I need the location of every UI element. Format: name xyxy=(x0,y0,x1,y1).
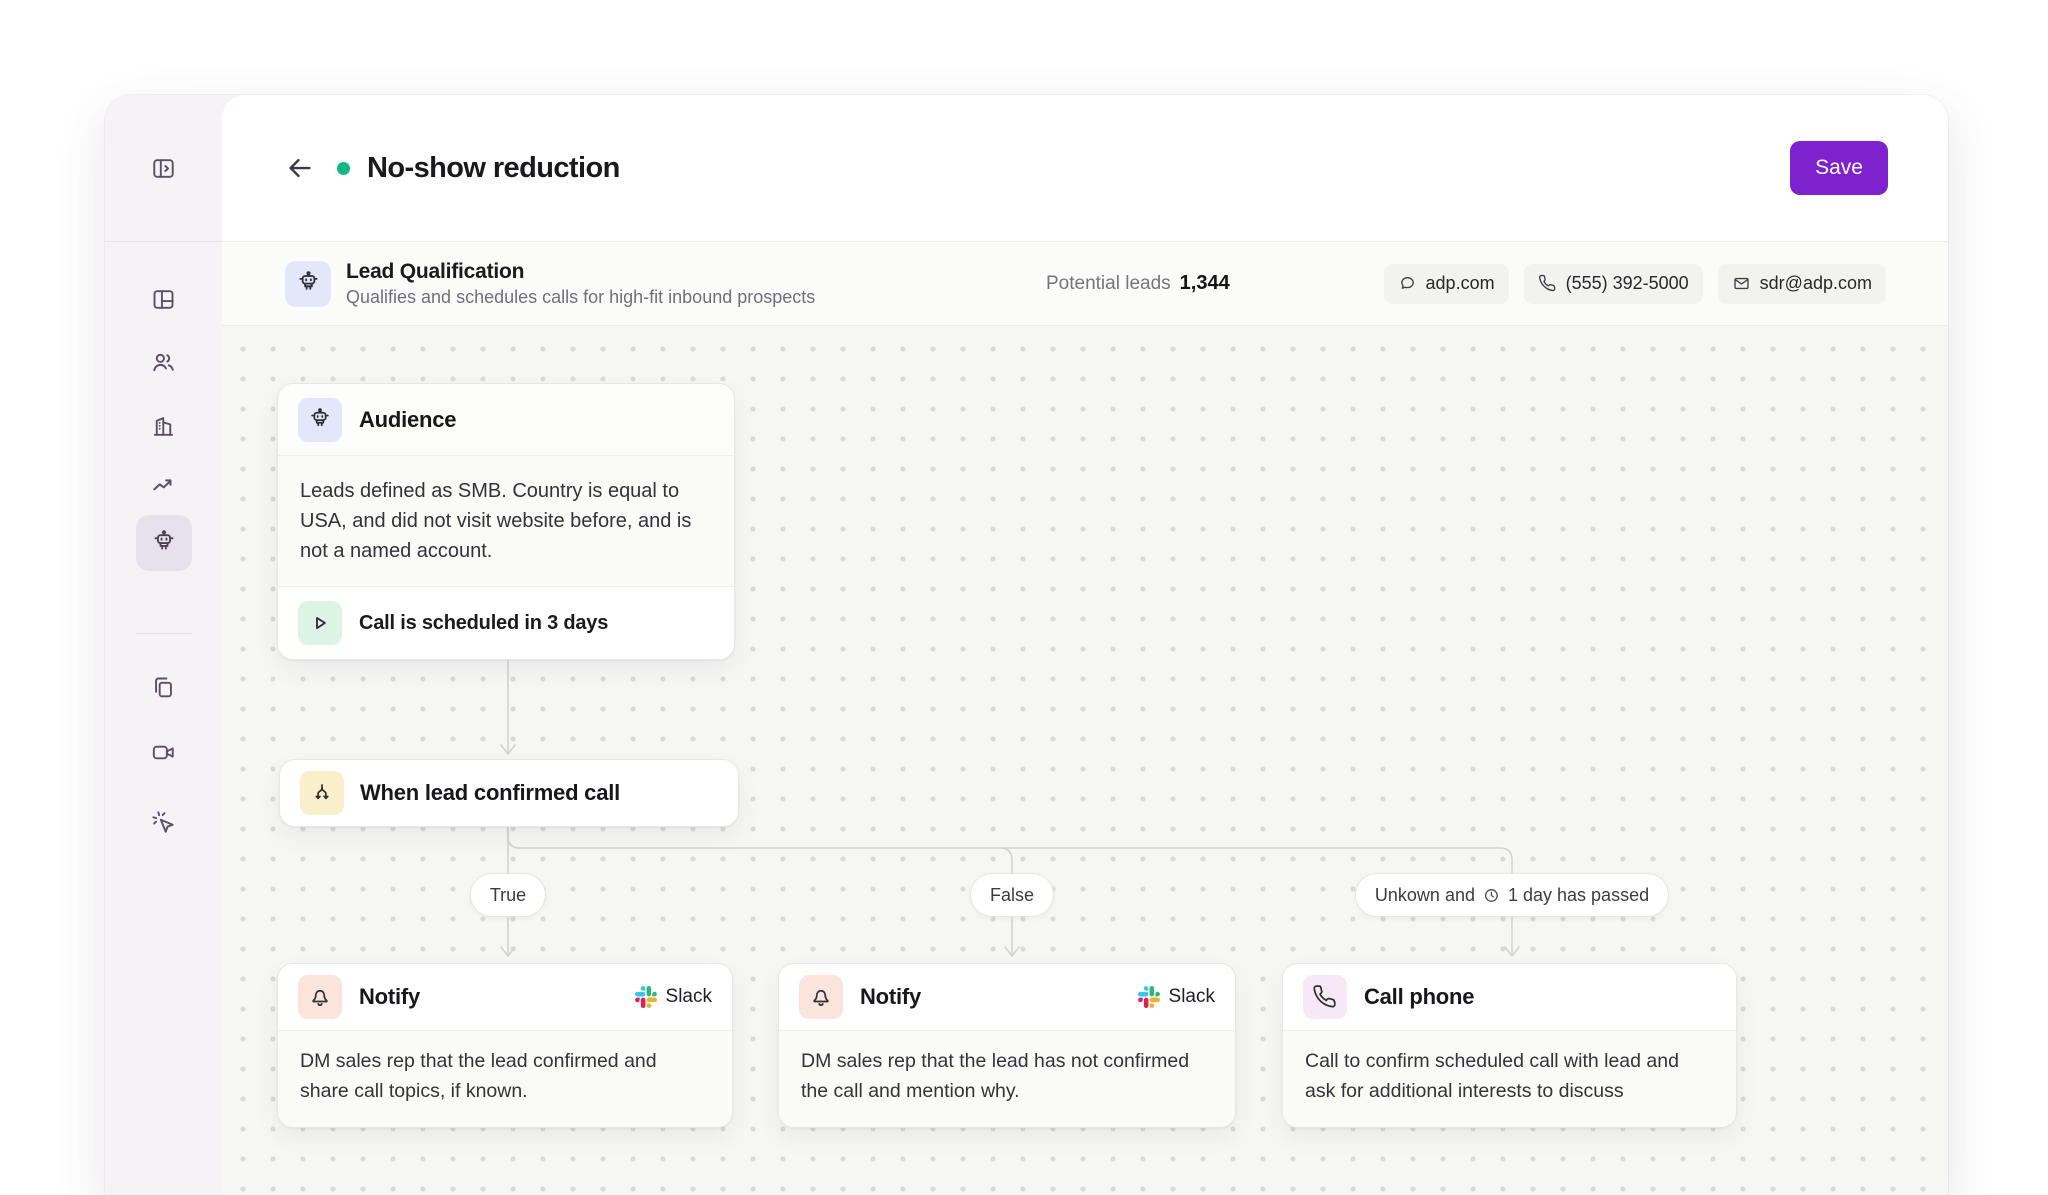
domain-badge-label: adp.com xyxy=(1426,273,1495,294)
copy-docs-icon xyxy=(150,674,177,701)
potential-leads-label: Potential leads xyxy=(1046,273,1171,295)
slack-integration: Slack xyxy=(1138,986,1215,1008)
domain-badge[interactable]: adp.com xyxy=(1384,264,1509,304)
arrow-left-icon xyxy=(285,153,315,183)
building-icon xyxy=(150,413,177,440)
robot-icon xyxy=(295,270,322,297)
mail-icon xyxy=(1732,274,1751,293)
integration-label: Slack xyxy=(1169,986,1215,1008)
audience-description: Leads defined as SMB. Country is equal t… xyxy=(278,456,734,587)
clock-icon xyxy=(1483,887,1500,904)
sidebar-divider xyxy=(136,633,192,634)
audience-node[interactable]: Audience Leads defined as SMB. Country i… xyxy=(277,383,735,660)
audience-trigger-label: Call is scheduled in 3 days xyxy=(359,612,608,635)
action-description: Call to confirm scheduled call with lead… xyxy=(1283,1031,1736,1127)
condition-node[interactable]: When lead confirmed call xyxy=(279,759,739,827)
flow-canvas[interactable]: Audience Leads defined as SMB. Country i… xyxy=(222,326,1948,1195)
sidebar-item-contacts[interactable] xyxy=(105,349,222,376)
slack-integration: Slack xyxy=(635,986,712,1008)
phone-icon xyxy=(1303,975,1347,1019)
status-dot xyxy=(337,162,350,175)
page-title: No-show reduction xyxy=(367,152,620,185)
slack-icon xyxy=(1138,986,1160,1008)
cursor-click-icon xyxy=(150,809,177,836)
agent-description: Qualifies and schedules calls for high-f… xyxy=(346,287,815,308)
sidebar-item-templates[interactable] xyxy=(105,674,222,701)
sidebar-item-agents[interactable] xyxy=(136,515,192,571)
app-window: No-show reduction Save Lead Qualificatio… xyxy=(105,95,1948,1195)
sidebar-toggle-button[interactable] xyxy=(150,155,177,182)
panel-toggle-icon xyxy=(150,155,177,182)
branch-label-true: True xyxy=(470,873,546,917)
agent-avatar xyxy=(285,261,331,307)
audience-trigger[interactable]: Call is scheduled in 3 days xyxy=(278,587,734,659)
contact-badges: adp.com (555) 392-5000 xyxy=(1384,264,1886,304)
sidebar-item-companies[interactable] xyxy=(105,413,222,440)
action-title: Call phone xyxy=(1364,984,1474,1010)
email-badge[interactable]: sdr@adp.com xyxy=(1718,264,1886,304)
back-button[interactable] xyxy=(283,151,317,185)
call-phone-node[interactable]: Call phone Call to confirm scheduled cal… xyxy=(1282,963,1737,1128)
potential-leads-value: 1,344 xyxy=(1180,272,1230,295)
agent-bar: Lead Qualification Qualifies and schedul… xyxy=(222,242,1948,326)
robot-icon xyxy=(298,398,342,442)
integration-label: Slack xyxy=(666,986,712,1008)
sidebar-header xyxy=(105,95,222,242)
bell-icon xyxy=(799,975,843,1019)
sidebar-item-actions[interactable] xyxy=(105,809,222,836)
condition-title: When lead confirmed call xyxy=(360,780,620,806)
save-button[interactable]: Save xyxy=(1790,141,1888,195)
audience-title: Audience xyxy=(359,407,456,433)
slack-icon xyxy=(635,986,657,1008)
phone-badge[interactable]: (555) 392-5000 xyxy=(1524,264,1703,304)
action-description: DM sales rep that the lead confirmed and… xyxy=(278,1031,732,1127)
sidebar-item-analytics[interactable] xyxy=(105,472,222,499)
notify-not-confirmed-node[interactable]: Notify Slack DM sales rep xyxy=(778,963,1236,1128)
branch-label-false: False xyxy=(970,873,1054,917)
bell-icon xyxy=(298,975,342,1019)
play-icon xyxy=(298,601,342,645)
users-icon xyxy=(150,349,177,376)
chat-icon xyxy=(1398,274,1417,293)
action-description: DM sales rep that the lead has not confi… xyxy=(779,1031,1235,1127)
branch-label-unknown: Unkown and 1 day has passed xyxy=(1355,873,1669,917)
action-title: Notify xyxy=(860,984,921,1010)
main-panel: No-show reduction Save Lead Qualificatio… xyxy=(222,95,1948,1195)
email-badge-label: sdr@adp.com xyxy=(1760,273,1872,294)
layout-grid-icon xyxy=(150,286,177,313)
sidebar-item-dashboard[interactable] xyxy=(105,286,222,313)
potential-leads: Potential leads 1,344 xyxy=(1046,242,1230,325)
agent-name: Lead Qualification xyxy=(346,260,815,284)
topbar: No-show reduction Save xyxy=(222,95,1948,242)
phone-badge-label: (555) 392-5000 xyxy=(1566,273,1689,294)
sidebar xyxy=(105,95,222,1195)
sidebar-item-recordings[interactable] xyxy=(105,739,222,766)
action-title: Notify xyxy=(359,984,420,1010)
phone-icon xyxy=(1538,274,1557,293)
notify-confirmed-node[interactable]: Notify Slack DM sales rep xyxy=(277,963,733,1128)
robot-icon xyxy=(150,529,178,557)
video-icon xyxy=(150,739,177,766)
branch-icon xyxy=(300,771,344,815)
trend-icon xyxy=(150,472,177,499)
